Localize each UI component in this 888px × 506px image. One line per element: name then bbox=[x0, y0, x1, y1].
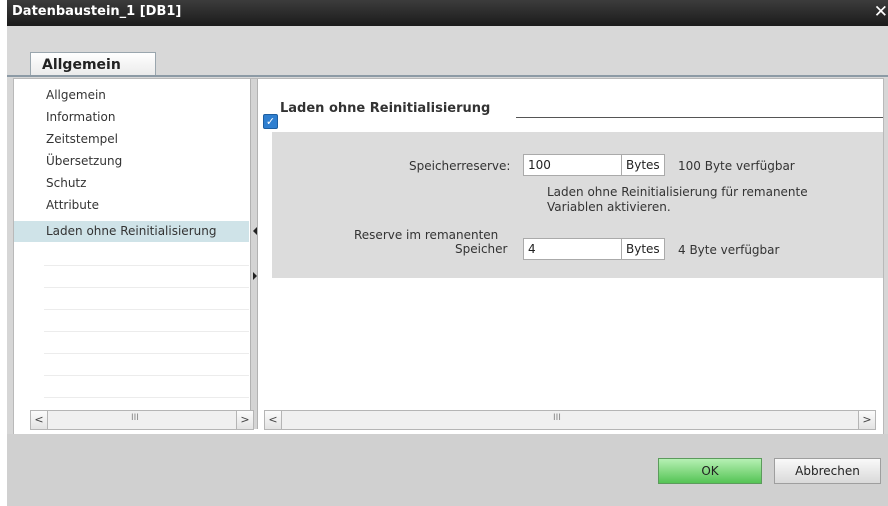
speicherreserve-input[interactable]: 100 bbox=[523, 154, 622, 176]
window-title: Datenbaustein_1 [DB1] bbox=[12, 4, 182, 19]
cancel-button[interactable]: Abbrechen bbox=[774, 458, 881, 484]
pane-splitter[interactable] bbox=[250, 79, 258, 429]
scroll-right-icon[interactable]: > bbox=[858, 411, 875, 429]
reserve-remanent-label-line2: Speicher bbox=[455, 242, 508, 256]
settings-panel: Speicherreserve: 100 Bytes 100 Byte verf… bbox=[272, 132, 883, 278]
properties-dialog: Datenbaustein_1 [DB1] ✕ Allgemein Allgem… bbox=[7, 0, 888, 506]
scroll-left-icon[interactable]: < bbox=[31, 411, 48, 429]
ok-button[interactable]: OK bbox=[658, 458, 762, 484]
reserve-remanent-input[interactable]: 4 bbox=[523, 238, 622, 260]
speicherreserve-label: Speicherreserve: bbox=[409, 159, 511, 173]
section-title-rule bbox=[516, 117, 883, 118]
scroll-left-icon[interactable]: < bbox=[265, 411, 282, 429]
list-divider bbox=[44, 375, 249, 376]
scroll-grip-icon[interactable]: III bbox=[131, 413, 139, 423]
dialog-footer: OK Abbrechen bbox=[7, 434, 888, 506]
list-divider bbox=[44, 353, 249, 354]
collapse-left-icon[interactable] bbox=[253, 227, 257, 235]
reserve-remanent-available: 4 Byte verfügbar bbox=[678, 243, 780, 257]
nav-item-laden-ohne-reinitialisierung[interactable]: Laden ohne Reinitialisierung bbox=[14, 221, 249, 242]
list-divider bbox=[44, 397, 249, 398]
reserve-remanent-unit: Bytes bbox=[621, 238, 665, 260]
tab-allgemein[interactable]: Allgemein bbox=[30, 52, 156, 77]
checkbox-label-line1: Laden ohne Reinitialisierung für remanen… bbox=[547, 185, 808, 199]
expand-right-icon[interactable] bbox=[253, 272, 257, 280]
title-bar[interactable]: Datenbaustein_1 [DB1] ✕ bbox=[7, 0, 888, 26]
nav-item-zeitstempel[interactable]: Zeitstempel bbox=[14, 129, 249, 150]
tab-strip: Allgemein bbox=[7, 26, 888, 78]
close-icon[interactable]: ✕ bbox=[874, 2, 888, 22]
tab-underline bbox=[7, 75, 888, 77]
list-divider bbox=[44, 309, 249, 310]
section-title: Laden ohne Reinitialisierung bbox=[280, 101, 491, 116]
scroll-right-icon[interactable]: > bbox=[236, 411, 253, 429]
list-divider bbox=[44, 331, 249, 332]
checkbox-label-line2: Variablen aktivieren. bbox=[547, 200, 671, 214]
nav-item-attribute[interactable]: Attribute bbox=[14, 195, 249, 216]
nav-item-uebersetzung[interactable]: Übersetzung bbox=[14, 151, 249, 172]
nav-item-allgemein[interactable]: Allgemein bbox=[14, 85, 249, 106]
nav-item-schutz[interactable]: Schutz bbox=[14, 173, 249, 194]
category-list: Allgemein Information Zeitstempel Überse… bbox=[14, 79, 249, 402]
nav-item-information[interactable]: Information bbox=[14, 107, 249, 128]
dialog-body: Allgemein Information Zeitstempel Überse… bbox=[13, 78, 884, 435]
enable-reload-checkbox[interactable]: ✓ bbox=[263, 114, 278, 129]
speicherreserve-available: 100 Byte verfügbar bbox=[678, 159, 795, 173]
content-horizontal-scrollbar[interactable]: < III > bbox=[264, 410, 876, 430]
reserve-remanent-label-line1: Reserve im remanenten bbox=[354, 228, 499, 242]
speicherreserve-unit: Bytes bbox=[621, 154, 665, 176]
list-divider bbox=[44, 287, 249, 288]
list-divider bbox=[44, 265, 249, 266]
nav-horizontal-scrollbar[interactable]: < III > bbox=[30, 410, 254, 430]
scroll-grip-icon[interactable]: III bbox=[553, 413, 561, 423]
